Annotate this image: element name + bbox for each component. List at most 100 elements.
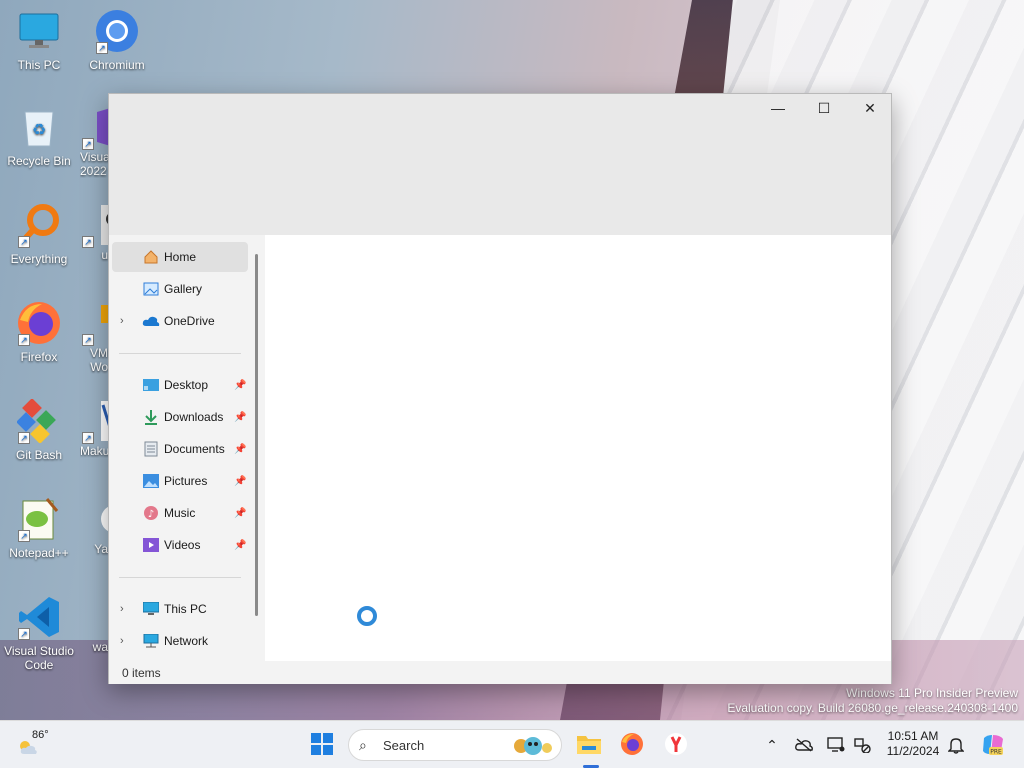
item-count: 0 items (122, 666, 161, 680)
nav-item-home[interactable]: Home (112, 242, 248, 272)
notepadpp-icon: ↗ (16, 496, 62, 542)
shortcut-arrow-icon: ↗ (18, 236, 30, 248)
pin-icon[interactable]: 📌 (234, 380, 246, 391)
onedrive-offline-icon[interactable] (794, 735, 814, 755)
nav-divider (119, 353, 241, 354)
shortcut-arrow-icon: ↗ (18, 334, 30, 346)
nav-item-network[interactable]: › Network (112, 626, 248, 656)
shortcut-arrow-icon: ↗ (82, 138, 94, 150)
user-icon: ↗ (80, 202, 108, 248)
nav-item-pictures[interactable]: Pictures 📌 (112, 466, 248, 496)
this-pc-icon (142, 600, 160, 618)
search-highlight-icon (509, 734, 555, 761)
pin-icon[interactable]: 📌 (234, 508, 246, 519)
file-explorer-window: — ☐ ✕ Home Gallery › OneDrive Desktop 📌 … (108, 93, 892, 684)
search-icon: ⌕ (359, 737, 367, 753)
desktop-icon-chromium[interactable]: ↗ Chromium (80, 8, 154, 72)
svg-text:♻: ♻ (32, 120, 46, 139)
download-icon (142, 408, 160, 426)
nav-item-onedrive[interactable]: › OneDrive (112, 306, 248, 336)
vscode-icon: ↗ (16, 594, 62, 640)
bell-icon[interactable] (946, 735, 966, 755)
windows-watermark: Windows 11 Pro Insider Preview Evaluatio… (727, 686, 1018, 715)
firefox-icon (620, 732, 644, 759)
pin-icon[interactable]: 📌 (234, 444, 246, 455)
close-button[interactable]: ✕ (847, 94, 893, 122)
taskbar-firefox[interactable] (614, 727, 650, 763)
maximize-button[interactable]: ☐ (801, 94, 847, 122)
shortcut-arrow-icon: ↗ (82, 334, 94, 346)
gallery-icon (142, 280, 160, 298)
network-icon[interactable] (852, 735, 872, 755)
nav-item-gallery[interactable]: Gallery (112, 274, 248, 304)
nav-item-desktop[interactable]: Desktop 📌 (112, 370, 248, 400)
status-bar: 0 items (109, 661, 891, 684)
file-list-area[interactable] (265, 235, 891, 661)
maku-icon: ↗ (80, 398, 108, 444)
vmware-icon: ↗ (80, 300, 108, 346)
desktop-icon-u[interactable]: ↗ u (80, 202, 108, 262)
nav-scrollbar[interactable] (255, 254, 258, 616)
weather-widget[interactable]: 86° (14, 727, 62, 763)
desktop-icon-wa[interactable]: wa (80, 594, 108, 654)
video-icon (142, 536, 160, 554)
svg-text:♪: ♪ (148, 509, 154, 520)
desktop-icon-vscode[interactable]: ↗ Visual Studio Code (2, 594, 76, 672)
visual-studio-icon: ↗ (80, 104, 108, 150)
shortcut-arrow-icon: ↗ (82, 432, 94, 444)
start-button[interactable] (304, 727, 340, 763)
git-bash-icon: ↗ (16, 398, 62, 444)
desktop-icon-yandex[interactable]: Ya (80, 496, 108, 556)
desktop-icon-this-pc[interactable]: This PC (2, 8, 76, 72)
shortcut-arrow-icon: ↗ (18, 530, 30, 542)
app-icon (80, 594, 108, 640)
taskbar-clock[interactable]: 10:51 AM 11/2/2024 (880, 729, 946, 759)
chevron-right-icon[interactable]: › (120, 635, 124, 647)
minimize-button[interactable]: — (755, 94, 801, 122)
desktop-icon-maku[interactable]: ↗ Maku (80, 398, 108, 458)
desktop-icon-notepadpp[interactable]: ↗ Notepad++ (2, 496, 76, 560)
pin-icon[interactable]: 📌 (234, 540, 246, 551)
taskbar-yandex[interactable] (658, 727, 694, 763)
desktop-icon-firefox[interactable]: ↗ Firefox (2, 300, 76, 364)
desktop-icon-vmware[interactable]: ↗ VM Wo (80, 300, 108, 374)
nav-item-videos[interactable]: Videos 📌 (112, 530, 248, 560)
yandex-icon (664, 732, 688, 759)
taskbar-search[interactable]: ⌕ Search (348, 729, 562, 761)
windows-start-icon (310, 732, 334, 759)
desktop-icon-recycle-bin[interactable]: ♻ Recycle Bin (2, 104, 76, 168)
chevron-right-icon[interactable]: › (120, 315, 124, 327)
chevron-up-icon[interactable]: ⌃ (762, 735, 782, 755)
pin-icon[interactable]: 📌 (234, 476, 246, 487)
desktop-icon-visual-studio[interactable]: ↗ Visua 2022 (80, 104, 108, 178)
music-icon: ♪ (142, 504, 160, 522)
shortcut-arrow-icon: ↗ (18, 432, 30, 444)
nav-item-downloads[interactable]: Downloads 📌 (112, 402, 248, 432)
document-icon (142, 440, 160, 458)
home-icon (142, 248, 160, 266)
taskbar-file-explorer[interactable] (570, 727, 608, 763)
loading-spinner (357, 606, 377, 626)
taskbar: 86° ⌕ Search ⌃ 10:51 AM 11/2/2024 PRE (0, 720, 1024, 768)
nav-item-documents[interactable]: Documents 📌 (112, 434, 248, 464)
copilot-icon[interactable]: PRE (980, 735, 1006, 756)
yandex-icon (80, 496, 108, 542)
onedrive-icon (142, 312, 160, 330)
network-icon (142, 632, 160, 650)
nav-item-music[interactable]: ♪ Music 📌 (112, 498, 248, 528)
pin-icon[interactable]: 📌 (234, 412, 246, 423)
chromium-icon: ↗ (94, 8, 140, 54)
chevron-right-icon[interactable]: › (120, 603, 124, 615)
desktop-folder-icon (142, 376, 160, 394)
nav-item-this-pc[interactable]: › This PC (112, 594, 248, 624)
desktop-icon-git-bash[interactable]: ↗ Git Bash (2, 398, 76, 462)
desktop-icon-everything[interactable]: ↗ Everything (2, 202, 76, 266)
file-explorer-icon (576, 733, 602, 758)
svg-text:PRE: PRE (990, 749, 1002, 756)
navigation-pane: Home Gallery › OneDrive Desktop 📌 Downlo… (109, 235, 265, 661)
explorer-titlebar[interactable]: — ☐ ✕ (109, 94, 891, 235)
display-icon[interactable] (826, 735, 846, 755)
everything-search-icon: ↗ (16, 202, 62, 248)
monitor-icon (16, 8, 62, 54)
firefox-icon: ↗ (16, 300, 62, 346)
